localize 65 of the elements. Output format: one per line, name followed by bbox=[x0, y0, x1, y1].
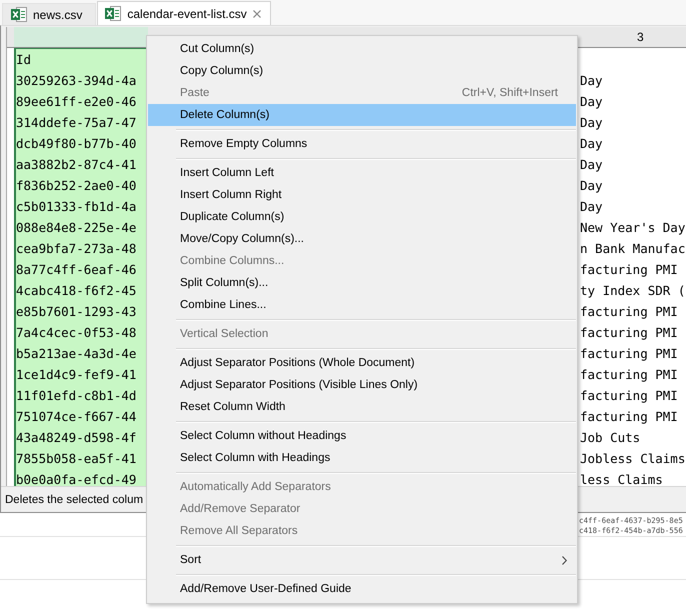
table-cell-text: Day bbox=[580, 114, 603, 132]
menu-item[interactable]: Copy Column(s) bbox=[148, 60, 576, 82]
table-cell-text: Day bbox=[580, 93, 603, 111]
shortcut-text: Ctrl+V, Shift+Insert bbox=[462, 87, 558, 99]
table-cell-text: Day bbox=[580, 198, 603, 216]
table-cell-text: Day bbox=[580, 177, 603, 195]
table-cell-text: Id bbox=[16, 51, 32, 69]
table-cell-text: 088e84e8-225e-4e bbox=[16, 219, 136, 237]
table-cell-text: n Bank Manufac bbox=[580, 240, 686, 258]
menu-item[interactable]: Cut Column(s) bbox=[148, 38, 576, 60]
table-cell-text: dcb49f80-b77b-40 bbox=[16, 135, 136, 153]
menu-item[interactable]: Adjust Separator Positions (Visible Lines Only) bbox=[148, 374, 576, 396]
menu-item[interactable]: Adjust Separator Positions (Whole Document) bbox=[148, 352, 576, 374]
menu-item[interactable]: Remove Empty Columns bbox=[148, 133, 576, 155]
table-cell-text: 751074ce-f667-44 bbox=[16, 408, 136, 426]
menu-item[interactable]: Insert Column Right bbox=[148, 184, 576, 206]
table-cell-text: aa3882b2-87c4-41 bbox=[16, 156, 136, 174]
table-cell-text: 11f01efd-c8b1-4d bbox=[16, 387, 136, 405]
table-cell-text: facturing PMI bbox=[580, 324, 678, 342]
table-cell-text: f836b252-2ae0-40 bbox=[16, 177, 136, 195]
table-cell-text: e85b7601-1293-43 bbox=[16, 303, 136, 321]
table-cell-text: b0e0a0fa-efcd-49 bbox=[16, 471, 136, 486]
spreadsheet-icon bbox=[105, 6, 122, 21]
table-cell-text: facturing PMI bbox=[580, 366, 678, 384]
table-cell-text: facturing PMI bbox=[580, 303, 678, 321]
menu-item[interactable]: Delete Column(s) bbox=[148, 104, 576, 126]
table-cell-text: 4cabc418-f6f2-45 bbox=[16, 282, 136, 300]
table-cell-text: 314ddefe-75a7-47 bbox=[16, 114, 136, 132]
menu-item[interactable]: Add/Remove User-Defined Guide bbox=[148, 578, 576, 600]
table-cell-text: Jobless Claims bbox=[580, 450, 686, 468]
table-cell-text: Job Cuts bbox=[580, 429, 640, 447]
menu-item[interactable]: Insert Column Left bbox=[148, 162, 576, 184]
table-cell-text: Day bbox=[580, 156, 603, 174]
menu-item[interactable]: Reset Column Width bbox=[148, 396, 576, 418]
table-cell-text: Day bbox=[580, 135, 603, 153]
menu-item[interactable]: Combine Lines... bbox=[148, 294, 576, 316]
menu-item[interactable]: Split Column(s)... bbox=[148, 272, 576, 294]
table-cell-text: facturing PMI bbox=[580, 261, 678, 279]
menu-item[interactable]: Move/Copy Column(s)... bbox=[148, 228, 576, 250]
table-cell-text: 1ce1d4c9-fef9-41 bbox=[16, 366, 136, 384]
table-cell-text: 43a48249-d598-4f bbox=[16, 429, 136, 447]
table-cell-text: New Year's Day bbox=[580, 219, 686, 237]
table-cell-text: ty Index SDR ( bbox=[580, 282, 686, 300]
close-icon[interactable] bbox=[252, 10, 261, 18]
menu-item[interactable]: Select Column without Headings bbox=[148, 425, 576, 447]
table-cell-text: 8a77c4ff-6eaf-46 bbox=[16, 261, 136, 279]
table-cell-text: 89ee61ff-e2e0-46 bbox=[16, 93, 136, 111]
menu-item[interactable]: Sort bbox=[148, 549, 576, 571]
chevron-right-icon bbox=[562, 556, 567, 564]
table-cell-text: facturing PMI bbox=[580, 408, 678, 426]
table-cell-text: facturing PMI bbox=[580, 387, 678, 405]
spreadsheet-icon bbox=[11, 7, 27, 22]
table-cell-text: less Claims bbox=[580, 471, 663, 486]
table-cell-text: Day bbox=[580, 72, 603, 90]
table-cell-text: 7855b058-ea5f-41 bbox=[16, 450, 136, 468]
table-cell-text: cea9bfa7-273a-48 bbox=[16, 240, 136, 258]
table-cell-text: b5a213ae-4a3d-4e bbox=[16, 345, 136, 363]
table-cell-text: 7a4c4cec-0f53-48 bbox=[16, 324, 136, 342]
file-tab[interactable]: calendar-event-list.csv bbox=[97, 1, 271, 25]
menu-item[interactable]: Select Column with Headings bbox=[148, 447, 576, 469]
menu-item[interactable]: Duplicate Column(s) bbox=[148, 206, 576, 228]
table-cell-text: facturing PMI bbox=[580, 345, 678, 363]
table-cell-text: c5b01333-fb1d-4a bbox=[16, 198, 136, 216]
table-cell-text: 30259263-394d-4a bbox=[16, 72, 136, 90]
file-tab[interactable]: news.csv bbox=[2, 3, 96, 25]
